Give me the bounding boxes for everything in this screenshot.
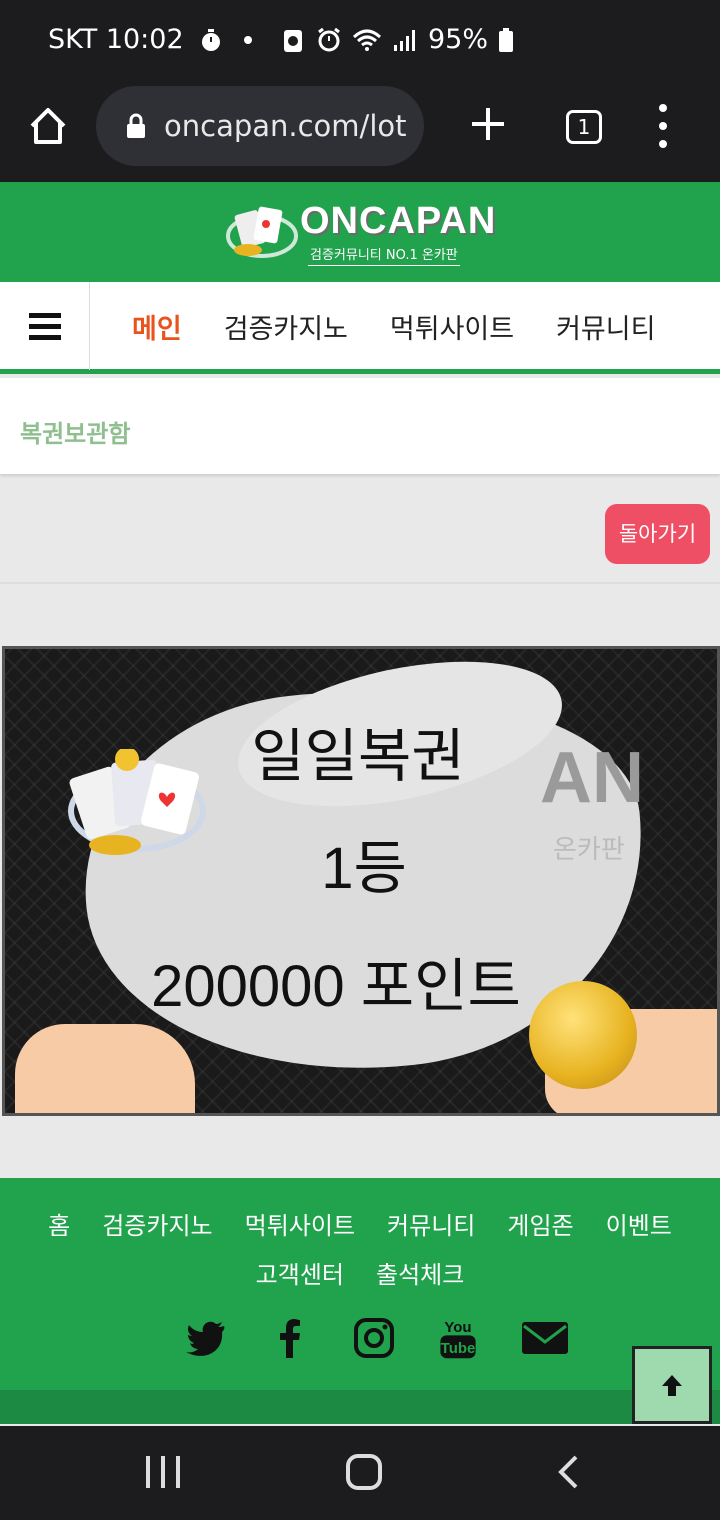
hamburger-menu-icon[interactable] — [0, 282, 90, 370]
carrier-time: SKT 10:02 — [48, 24, 184, 55]
new-tab-icon[interactable] — [466, 102, 510, 146]
back-button[interactable]: 돌아가기 — [605, 504, 710, 564]
divider — [0, 582, 720, 584]
status-left: SKT 10:02 — [48, 24, 258, 55]
footer-link-customer-center[interactable]: 고객센터 — [256, 1255, 344, 1290]
footer-link-game-zone[interactable]: 게임존 — [507, 1206, 573, 1241]
footer-link-home[interactable]: 홈 — [48, 1206, 70, 1241]
more-options-icon[interactable] — [656, 104, 670, 148]
nav-item-verified-casino[interactable]: 검증카지노 — [224, 307, 348, 346]
footer-link-community[interactable]: 커뮤니티 — [387, 1206, 475, 1241]
lottery-ticket: AN 온카판 일일복권 1등 200000 포인트 — [2, 646, 720, 1116]
nav-item-community[interactable]: 커뮤니티 — [556, 307, 655, 346]
wifi-icon — [352, 29, 382, 51]
email-icon[interactable] — [520, 1316, 570, 1360]
logo-name: ONCAPAN — [300, 200, 497, 242]
signal-icon — [394, 29, 415, 51]
system-home-icon[interactable] — [346, 1454, 382, 1490]
url-text: oncapan.com/lot — [164, 109, 407, 143]
nav-items: 메인 검증카지노 먹튀사이트 커뮤니티 — [132, 282, 655, 370]
social-links: You Tube — [184, 1316, 570, 1360]
main-nav: 메인 검증카지노 먹튀사이트 커뮤니티 — [0, 282, 720, 374]
footer-link-event[interactable]: 이벤트 — [606, 1206, 672, 1241]
logo-tagline: 검증커뮤니티 NO.1 온카판 — [308, 244, 460, 266]
status-right: 95% — [280, 24, 514, 55]
left-hand-illustration — [15, 1024, 195, 1113]
svg-text:Tube: Tube — [441, 1340, 476, 1357]
site-footer: 홈 검증카지노 먹튀사이트 커뮤니티 게임존 이벤트 고객센터 출석체크 You… — [0, 1178, 720, 1390]
footer-link-scam-sites[interactable]: 먹튀사이트 — [245, 1206, 355, 1241]
recycle-icon — [284, 29, 302, 52]
nav-item-scam-sites[interactable]: 먹튀사이트 — [390, 307, 514, 346]
notification-dot-icon — [243, 35, 252, 44]
lottery-title: 일일복권 — [251, 724, 465, 789]
stopwatch-icon — [201, 28, 220, 51]
lottery-prize: 200000 포인트 — [151, 954, 521, 1019]
section-header: 복권보관함 — [0, 378, 720, 474]
system-back-icon[interactable] — [556, 1454, 580, 1490]
lock-icon — [127, 113, 145, 138]
lottery-rank: 1등 — [321, 836, 407, 901]
arrow-up-icon — [662, 1375, 682, 1396]
svg-text:You: You — [444, 1319, 471, 1336]
address-bar[interactable]: oncapan.com/lot — [96, 86, 424, 166]
browser-toolbar: oncapan.com/lot 1 — [0, 84, 720, 182]
cards-logo-icon — [226, 206, 298, 258]
footer-link-verified-casino[interactable]: 검증카지노 — [102, 1206, 212, 1241]
footer-links: 홈 검증카지노 먹튀사이트 커뮤니티 게임존 이벤트 고객센터 출석체크 — [0, 1206, 720, 1290]
scroll-to-top-button[interactable] — [632, 1346, 712, 1424]
nav-item-main[interactable]: 메인 — [132, 307, 182, 346]
recent-apps-icon[interactable] — [146, 1456, 180, 1488]
facebook-icon[interactable] — [268, 1316, 312, 1360]
footer-bottom-bar — [0, 1390, 720, 1424]
battery-level: 95% — [428, 24, 489, 55]
tab-switcher-button[interactable]: 1 — [566, 110, 602, 144]
system-navigation-bar — [0, 1426, 720, 1520]
site-header: ONCAPAN 검증커뮤니티 NO.1 온카판 — [0, 182, 720, 282]
battery-icon — [499, 27, 514, 52]
footer-link-attendance[interactable]: 출석체크 — [376, 1255, 464, 1290]
home-icon[interactable] — [26, 104, 70, 148]
instagram-icon[interactable] — [352, 1316, 396, 1360]
alarm-icon — [318, 27, 340, 51]
site-logo[interactable]: ONCAPAN 검증커뮤니티 NO.1 온카판 — [226, 200, 495, 266]
status-bar: SKT 10:02 95% — [0, 0, 720, 84]
twitter-icon[interactable] — [184, 1316, 228, 1360]
section-title: 복권보관함 — [20, 420, 131, 448]
youtube-icon[interactable]: You Tube — [436, 1316, 480, 1360]
